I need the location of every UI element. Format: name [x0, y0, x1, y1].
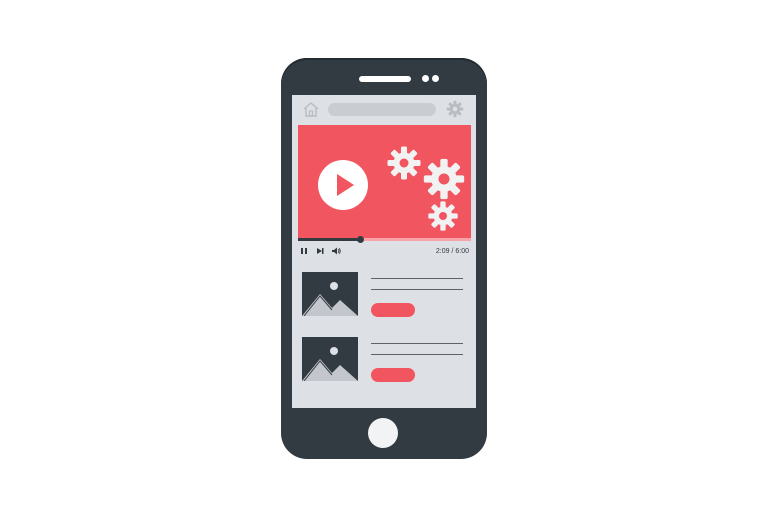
pill-button[interactable]	[371, 368, 415, 382]
text-line	[371, 289, 463, 290]
pause-icon[interactable]	[300, 246, 308, 256]
play-button[interactable]	[318, 160, 368, 210]
volume-icon[interactable]	[331, 246, 341, 256]
front-camera-dot	[422, 75, 429, 82]
list-item[interactable]	[302, 337, 468, 383]
smartphone: 2:09 / 6:00	[281, 58, 487, 459]
list-item[interactable]	[302, 272, 468, 318]
search-bar[interactable]	[328, 103, 436, 116]
play-icon	[337, 174, 354, 196]
home-icon[interactable]	[302, 101, 320, 117]
speaker-grille	[359, 76, 411, 82]
progress-fill	[298, 238, 360, 241]
image-icon	[302, 282, 358, 316]
video-player[interactable]	[298, 125, 471, 241]
gear-icon	[428, 201, 458, 231]
gear-icon	[423, 158, 465, 200]
player-controls: 2:09 / 6:00	[298, 246, 471, 258]
progress-scrubber[interactable]	[356, 236, 364, 243]
time-display: 2:09 / 6:00	[435, 248, 469, 255]
text-line	[371, 278, 463, 279]
sensor-dot	[432, 75, 439, 82]
stage: 2:09 / 6:00	[0, 0, 768, 514]
text-line	[371, 343, 463, 344]
pill-button[interactable]	[371, 303, 415, 317]
image-thumbnail	[302, 272, 358, 316]
gear-icon	[387, 146, 421, 180]
home-button[interactable]	[368, 418, 398, 448]
image-icon	[302, 347, 358, 381]
progress-bar[interactable]	[298, 236, 471, 243]
gear-icon[interactable]	[446, 100, 464, 118]
image-thumbnail	[302, 337, 358, 381]
phone-screen: 2:09 / 6:00	[292, 95, 476, 408]
app-top-bar	[292, 95, 476, 123]
skip-forward-icon[interactable]	[316, 246, 325, 256]
text-line	[371, 354, 463, 355]
